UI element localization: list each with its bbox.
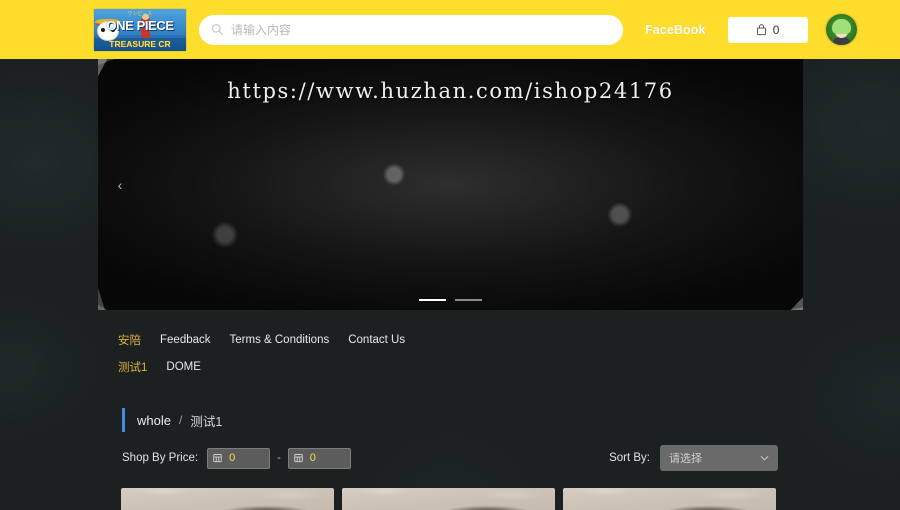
nav-link-feedback[interactable]: Feedback [160, 334, 211, 346]
cart-count: 0 [772, 22, 780, 37]
category-nav: 安陪 Feedback Terms & Conditions Contact U… [118, 332, 798, 386]
nav-link-terms-conditions[interactable]: Terms & Conditions [230, 334, 330, 346]
search-bar[interactable] [199, 14, 623, 45]
product-grid [121, 488, 781, 510]
nav-link-ceshi1[interactable]: 测试1 [118, 359, 147, 375]
carousel-prev-arrow[interactable]: ‹ [110, 172, 130, 198]
nav-link-anpei[interactable]: 安陪 [118, 332, 141, 348]
cart-icon [756, 23, 766, 35]
watermark-url: https://www.huzhan.com/ishop24176 [227, 79, 674, 103]
logo-subtitle: TREASURE CR [109, 39, 171, 50]
breadcrumb-root[interactable]: whole [137, 413, 171, 428]
user-avatar[interactable] [825, 14, 857, 45]
product-image [121, 488, 334, 510]
product-card[interactable] [121, 488, 334, 510]
price-min-field[interactable] [207, 447, 271, 469]
breadcrumb-current: 测试1 [190, 414, 223, 429]
facebook-link[interactable]: FaceBook [645, 23, 706, 37]
breadcrumb: whole / 测试1 [122, 408, 222, 432]
search-icon [212, 24, 224, 36]
logo-title: ONE PIECE [106, 18, 174, 34]
breadcrumb-accent-bar [122, 408, 125, 432]
avatar-body [832, 37, 850, 45]
cart-button[interactable]: 0 [727, 16, 808, 43]
carousel-indicator-1[interactable] [419, 299, 446, 301]
category-nav-row-1: 安陪 Feedback Terms & Conditions Contact U… [118, 332, 798, 348]
sort-control: Sort By: 请选择 [609, 445, 778, 471]
price-range-dash: - [277, 452, 281, 464]
price-min-input[interactable] [229, 452, 265, 464]
logo-kana: ワンピース [127, 10, 153, 16]
filter-bar: Shop By Price: - Sort By: 请选择 [122, 445, 778, 471]
nav-link-contact-us[interactable]: Contact Us [348, 334, 405, 346]
product-card[interactable] [563, 488, 776, 510]
carousel-indicators [98, 299, 803, 301]
avatar-hair [831, 19, 851, 34]
one-piece-treasure-cruise-logo[interactable]: ワンピース ONE PIECE TREASURE CR [93, 7, 187, 52]
product-image [342, 488, 555, 510]
currency-icon [213, 454, 222, 463]
price-max-input[interactable] [309, 452, 345, 464]
hero-carousel[interactable]: https://www.huzhan.com/ishop24176 ‹ [98, 59, 803, 310]
sort-by-label: Sort By: [609, 452, 650, 464]
search-input[interactable] [231, 22, 611, 37]
breadcrumb-separator: / [178, 413, 183, 427]
product-image [563, 488, 776, 510]
category-nav-row-2: 测试1 DOME [118, 359, 798, 375]
price-max-field[interactable] [287, 447, 351, 469]
carousel-indicator-2[interactable] [455, 299, 482, 301]
currency-icon [294, 454, 303, 463]
product-card[interactable] [342, 488, 555, 510]
sort-by-value: 请选择 [669, 453, 702, 465]
nav-link-dome[interactable]: DOME [166, 361, 201, 373]
shop-by-price-label: Shop By Price: [122, 452, 199, 464]
sort-by-select[interactable]: 请选择 [660, 445, 778, 471]
chevron-down-icon [760, 455, 769, 461]
site-header: ワンピース ONE PIECE TREASURE CR FaceBook 0 [0, 0, 900, 59]
